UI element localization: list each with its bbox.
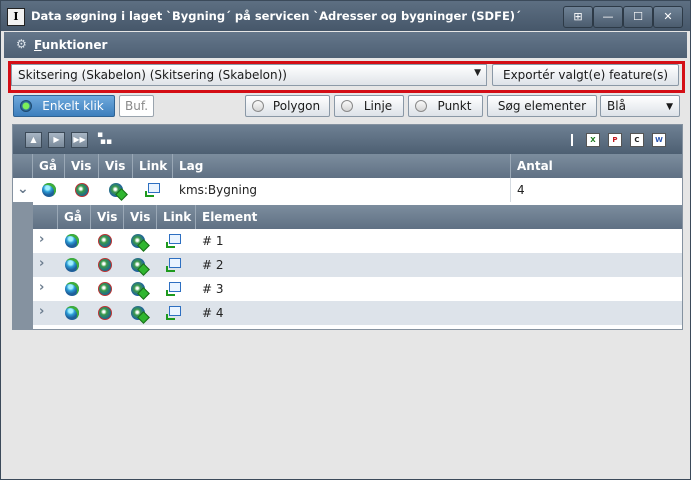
col-vis[interactable]: Vis bbox=[65, 154, 99, 178]
list-item[interactable]: › # 2 bbox=[33, 253, 682, 277]
excel-icon[interactable]: X bbox=[586, 133, 600, 147]
expand-icon[interactable]: › bbox=[39, 256, 44, 271]
linje-label: Linje bbox=[363, 99, 393, 113]
minimize-button[interactable]: — bbox=[593, 6, 623, 28]
toolbar-divider bbox=[571, 134, 573, 146]
next-icon[interactable]: ▶ bbox=[48, 132, 65, 148]
title-bar[interactable]: I Data søgning i laget `Bygning´ på serv… bbox=[1, 1, 690, 31]
expand-icon[interactable]: › bbox=[39, 232, 44, 247]
header-spacer bbox=[13, 154, 33, 178]
pin-button[interactable]: ⊞ bbox=[563, 6, 593, 28]
menu-bar: ⚙ Funktioner bbox=[4, 32, 687, 58]
vis-icon[interactable] bbox=[98, 282, 112, 296]
vis-icon[interactable] bbox=[98, 258, 112, 272]
window-title: Data søgning i laget `Bygning´ på servic… bbox=[31, 9, 521, 23]
linje-button[interactable]: Linje bbox=[334, 95, 404, 117]
nested-indent bbox=[13, 202, 33, 329]
punkt-label: Punkt bbox=[437, 99, 472, 113]
collapse-icon[interactable]: ▲ bbox=[25, 132, 42, 148]
enkelt-klik-label: Enkelt klik bbox=[42, 99, 104, 113]
sub-col-element[interactable]: Element bbox=[196, 205, 682, 229]
color-select-value: Blå bbox=[607, 99, 626, 113]
sub-col-link[interactable]: Link bbox=[157, 205, 196, 229]
polygon-label: Polygon bbox=[272, 99, 321, 113]
expand-icon[interactable]: ⌄ bbox=[17, 181, 29, 197]
vis-add-icon[interactable] bbox=[131, 282, 145, 296]
globe-icon[interactable] bbox=[65, 234, 79, 248]
globe-icon[interactable] bbox=[65, 282, 79, 296]
globe-icon[interactable] bbox=[65, 306, 79, 320]
app-icon: I bbox=[7, 8, 25, 26]
gear-icon: ⚙ bbox=[16, 37, 27, 51]
color-select[interactable]: Blå ▼ bbox=[600, 95, 680, 117]
expand-icon[interactable]: › bbox=[39, 280, 44, 295]
csv-icon[interactable]: C bbox=[630, 133, 644, 147]
vis-icon[interactable] bbox=[75, 183, 89, 197]
col-vis-2[interactable]: Vis bbox=[99, 154, 133, 178]
link-icon[interactable] bbox=[166, 234, 181, 248]
link-icon[interactable] bbox=[166, 306, 181, 320]
layer-count: 4 bbox=[517, 183, 525, 197]
export-button[interactable]: Exportér valgt(e) feature(s) bbox=[492, 64, 679, 86]
results-grid: ▲ ▶ ▶▶ ▪ ▪▪ X P C W Gå Vis Vis Link Lag … bbox=[12, 124, 683, 330]
layer-name: kms:Bygning bbox=[173, 178, 511, 202]
sub-col-vis[interactable]: Vis bbox=[91, 205, 124, 229]
vis-icon[interactable] bbox=[98, 234, 112, 248]
link-icon[interactable] bbox=[166, 282, 181, 296]
vis-add-icon[interactable] bbox=[109, 183, 123, 197]
expand-icon[interactable]: › bbox=[39, 304, 44, 319]
grid-toolbar: ▲ ▶ ▶▶ ▪ ▪▪ X P C W bbox=[13, 125, 682, 154]
globe-icon[interactable] bbox=[65, 258, 79, 272]
list-item[interactable]: › # 3 bbox=[33, 277, 682, 301]
template-select-value: Skitsering (Skabelon) (Skitsering (Skabe… bbox=[18, 68, 287, 82]
sub-col-ga[interactable]: Gå bbox=[58, 205, 91, 229]
link-icon[interactable] bbox=[145, 183, 160, 197]
element-label: # 3 bbox=[202, 282, 224, 296]
element-label: # 2 bbox=[202, 258, 224, 272]
col-ga[interactable]: Gå bbox=[33, 154, 65, 178]
funktioner-menu[interactable]: Funktioner bbox=[34, 38, 107, 52]
element-label: # 1 bbox=[202, 234, 224, 248]
last-icon[interactable]: ▶▶ bbox=[71, 132, 88, 148]
col-lag[interactable]: Lag bbox=[173, 154, 511, 178]
vis-add-icon[interactable] bbox=[131, 306, 145, 320]
pdf-icon[interactable]: P bbox=[608, 133, 622, 147]
template-select[interactable]: Skitsering (Skabelon) (Skitsering (Skabe… bbox=[11, 64, 487, 86]
empty-panel bbox=[4, 331, 687, 475]
sub-header-spacer bbox=[33, 205, 58, 229]
punkt-button[interactable]: Punkt bbox=[408, 95, 483, 117]
table-row[interactable]: ⌄ kms:Bygning 4 bbox=[13, 178, 682, 202]
globe-icon[interactable] bbox=[42, 183, 56, 197]
chevron-down-icon: ▼ bbox=[474, 68, 481, 78]
search-elements-button[interactable]: Søg elementer bbox=[487, 95, 597, 117]
vis-add-icon[interactable] bbox=[131, 234, 145, 248]
vis-add-icon[interactable] bbox=[131, 258, 145, 272]
word-icon[interactable]: W bbox=[652, 133, 666, 147]
close-button[interactable]: ✕ bbox=[653, 6, 683, 28]
vis-icon[interactable] bbox=[98, 306, 112, 320]
list-item[interactable]: › # 4 bbox=[33, 301, 682, 325]
list-item[interactable]: › # 1 bbox=[33, 229, 682, 253]
buffer-input[interactable]: Buf. bbox=[119, 95, 154, 117]
element-label: # 4 bbox=[202, 306, 224, 320]
tree-icon[interactable]: ▪ ▪▪ bbox=[97, 131, 112, 147]
polygon-button[interactable]: Polygon bbox=[245, 95, 330, 117]
sub-col-vis-2[interactable]: Vis bbox=[124, 205, 157, 229]
col-antal[interactable]: Antal bbox=[511, 154, 682, 178]
chevron-down-icon: ▼ bbox=[666, 102, 673, 112]
link-icon[interactable] bbox=[166, 258, 181, 272]
enkelt-klik-button[interactable]: Enkelt klik bbox=[13, 95, 115, 117]
col-link[interactable]: Link bbox=[133, 154, 173, 178]
maximize-button[interactable]: ☐ bbox=[623, 6, 653, 28]
search-window: I Data søgning i laget `Bygning´ på serv… bbox=[0, 0, 691, 480]
